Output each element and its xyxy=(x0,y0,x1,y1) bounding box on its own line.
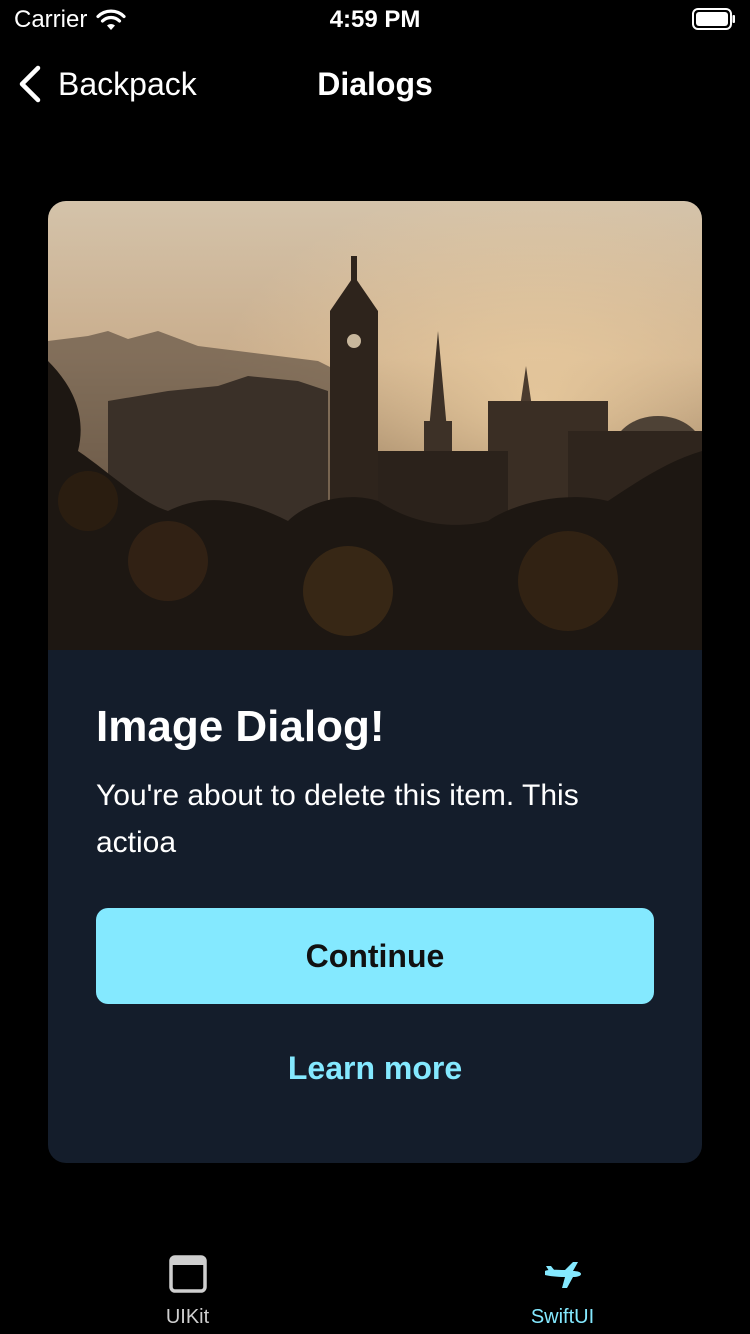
battery-icon xyxy=(692,8,735,30)
tab-uikit-label: UIKit xyxy=(165,1306,210,1328)
dialog-description: You're about to delete this item. This a… xyxy=(96,779,579,859)
navigation-bar: Backpack Dialogs xyxy=(0,44,750,132)
screen: Carrier 4:59 PM Backpack Dialogs Image D… xyxy=(0,0,750,1334)
plane-icon xyxy=(544,1262,581,1288)
tab-swiftui[interactable]: SwiftUI xyxy=(375,1236,750,1334)
image-dialog: Image Dialog! You're about to delete thi… xyxy=(48,201,702,1163)
learn-more-button[interactable]: Learn more xyxy=(96,1028,654,1108)
window-icon xyxy=(168,1255,207,1293)
page-title: Dialogs xyxy=(317,66,433,102)
tab-swiftui-label: SwiftUI xyxy=(530,1306,595,1328)
tab-bar: UIKit SwiftUI xyxy=(0,1236,750,1334)
status-bar: Carrier 4:59 PM xyxy=(0,0,750,40)
tab-uikit[interactable]: UIKit xyxy=(0,1236,375,1334)
dialog-body: Image Dialog! You're about to delete thi… xyxy=(48,650,702,1163)
dialog-title: Image Dialog! xyxy=(96,702,385,751)
dialog-image xyxy=(48,201,702,650)
status-time: 4:59 PM xyxy=(329,6,421,33)
continue-button[interactable]: Continue xyxy=(96,908,654,1004)
